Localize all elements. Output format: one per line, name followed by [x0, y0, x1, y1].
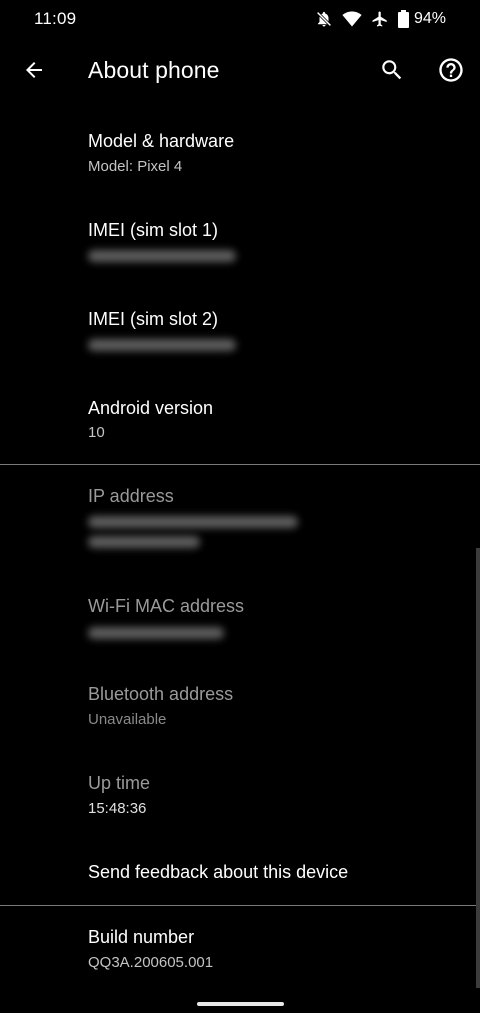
- item-title: Build number: [88, 927, 195, 947]
- item-title: Model & hardware: [88, 131, 235, 151]
- redacted-value: [88, 536, 200, 548]
- item-title: IP address: [88, 486, 174, 506]
- item-summary: 10: [88, 424, 105, 441]
- redacted-value: [88, 516, 298, 528]
- search-icon: [379, 57, 405, 88]
- status-bar: 11:09 94%: [0, 0, 480, 40]
- page-title: About phone: [88, 57, 220, 83]
- help-button[interactable]: [431, 52, 471, 92]
- list-item-android-version[interactable]: Android version 10: [0, 376, 480, 464]
- list-item-ip-address[interactable]: IP address: [0, 465, 480, 575]
- battery-percentage: 94%: [413, 10, 446, 27]
- redacted-value: [88, 250, 236, 262]
- list-item-wifi-mac-address[interactable]: Wi-Fi MAC address: [0, 575, 480, 664]
- item-title: Wi-Fi MAC address: [88, 596, 245, 616]
- list-item-send-feedback[interactable]: Send feedback about this device: [0, 842, 480, 905]
- status-time: 11:09: [34, 9, 77, 28]
- back-arrow-icon: [22, 58, 46, 87]
- item-summary: Model: Pixel 4: [88, 158, 183, 175]
- redacted-value: [88, 627, 224, 639]
- search-button[interactable]: [372, 52, 412, 92]
- list-item-imei-slot-2[interactable]: IMEI (sim slot 2): [0, 287, 480, 376]
- status-icons: 94%: [315, 8, 446, 30]
- mute-notification-icon: [315, 10, 333, 28]
- item-title: Android version: [88, 398, 214, 418]
- battery-icon: [397, 10, 409, 28]
- item-summary: Unavailable: [88, 711, 167, 728]
- redacted-value: [88, 339, 236, 351]
- item-summary: QQ3A.200605.001: [88, 954, 214, 971]
- wifi-icon: [342, 10, 362, 28]
- item-title: Bluetooth address: [88, 684, 234, 704]
- list-item-model-hardware[interactable]: Model & hardware Model: Pixel 4: [0, 110, 480, 198]
- item-title: IMEI (sim slot 2): [88, 309, 219, 329]
- list-item-up-time[interactable]: Up time 15:48:36: [0, 753, 480, 842]
- scrollbar[interactable]: [476, 548, 480, 988]
- item-title: Up time: [88, 773, 151, 793]
- list-item-bluetooth-address[interactable]: Bluetooth address Unavailable: [0, 664, 480, 753]
- app-bar: About phone: [0, 40, 480, 104]
- item-summary: 15:48:36: [88, 800, 147, 817]
- item-title: Send feedback about this device: [88, 862, 349, 882]
- back-button[interactable]: [14, 52, 54, 92]
- gesture-nav-handle[interactable]: [197, 1002, 284, 1006]
- help-icon: [437, 56, 465, 89]
- list-item-build-number[interactable]: Build number QQ3A.200605.001: [0, 906, 480, 990]
- item-title: IMEI (sim slot 1): [88, 220, 219, 240]
- list-item-imei-slot-1[interactable]: IMEI (sim slot 1): [0, 198, 480, 287]
- airplane-mode-icon: [371, 10, 389, 28]
